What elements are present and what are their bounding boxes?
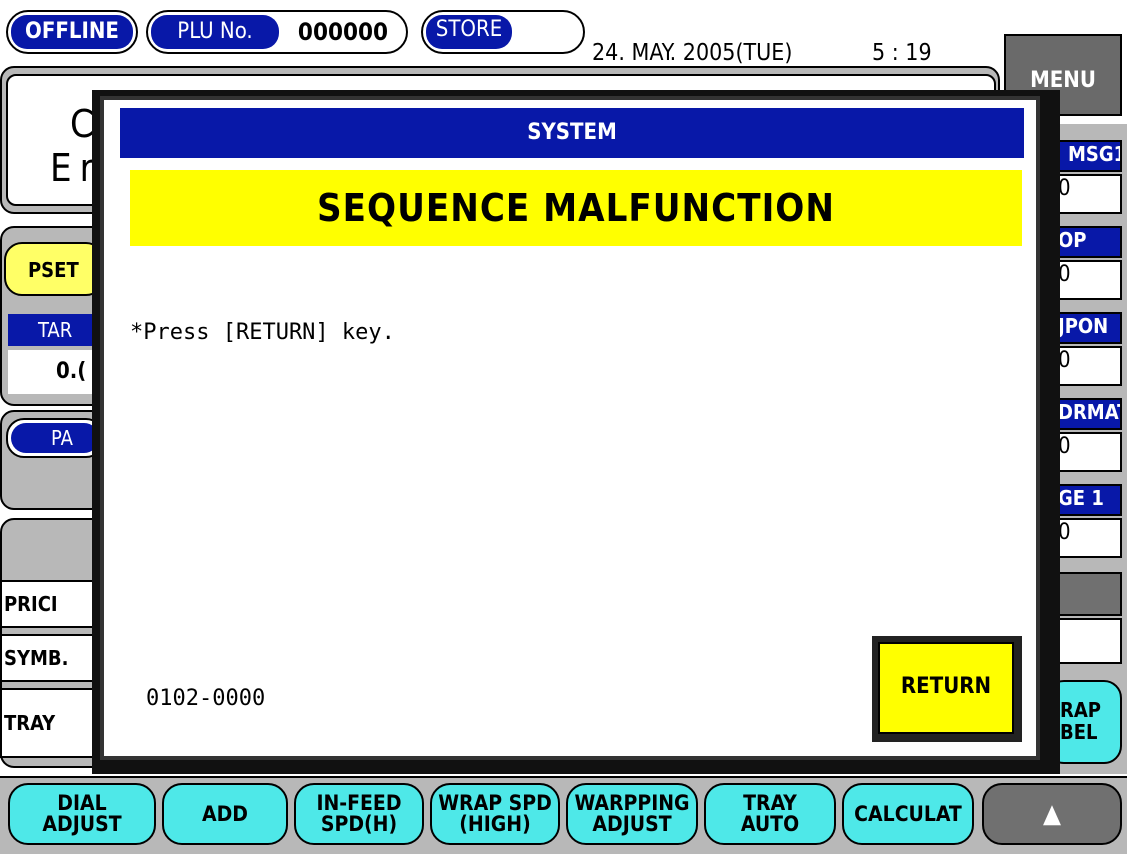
blank-gray-key[interactable]: [1056, 572, 1122, 616]
preset-label: PSET: [28, 258, 79, 282]
op-value: 0: [1056, 260, 1122, 300]
error-title: SEQUENCE MALFUNCTION: [317, 186, 835, 230]
time-display: 5 : 19: [872, 40, 932, 66]
return-button[interactable]: RETURN: [878, 642, 1014, 734]
store-label: STORE: [426, 15, 512, 49]
system-dialog: SYSTEM SEQUENCE MALFUNCTION *Press [RETU…: [100, 96, 1040, 760]
symbol-item[interactable]: SYMB.: [0, 634, 96, 682]
in-feed-line2: SPD(H): [320, 812, 398, 836]
dial-adjust-button[interactable]: DIAL ADJUST: [8, 783, 156, 845]
error-code: 0102-0000: [146, 686, 266, 711]
dialog-title: SYSTEM: [527, 120, 617, 145]
page-label-text: GE 1: [1058, 486, 1104, 510]
add-button[interactable]: ADD: [162, 783, 288, 845]
plu-field[interactable]: PLU No. 000000: [146, 10, 408, 54]
coupon-label[interactable]: JPON: [1056, 312, 1122, 344]
up-arrow-icon: ▲: [1043, 798, 1061, 829]
dialog-message: *Press [RETURN] key.: [130, 320, 395, 345]
page-label[interactable]: GE 1: [1056, 484, 1122, 516]
op-label-text: OP: [1058, 228, 1087, 252]
wrap-label-line1: RAP: [1060, 698, 1101, 722]
info-line1: C: [70, 102, 94, 146]
plu-value: 000000: [297, 18, 389, 46]
wrapping-adjust-button[interactable]: WARPPING ADJUST: [566, 783, 698, 845]
tray-label: TRAY: [4, 711, 56, 735]
store-value: [517, 14, 581, 50]
preset-button[interactable]: PSET: [4, 242, 104, 296]
return-label: RETURN: [900, 674, 992, 699]
wrap-speed-line2: (HIGH): [459, 812, 531, 836]
format-label-text: DRMAT: [1058, 400, 1120, 424]
add-label: ADD: [202, 801, 248, 826]
calculate-button[interactable]: CALCULAT: [842, 783, 974, 845]
format-value: 0: [1056, 432, 1122, 472]
tray-item[interactable]: TRAY: [0, 688, 96, 758]
op-label[interactable]: OP: [1056, 226, 1122, 258]
wrap-label-line2: BEL: [1060, 720, 1098, 744]
calculate-label: CALCULAT: [854, 801, 962, 826]
msg1-label[interactable]: MSG1: [1056, 140, 1122, 172]
pa-label: PA: [11, 423, 99, 453]
coupon-label-text: JPON: [1058, 314, 1109, 338]
in-feed-speed-button[interactable]: IN-FEED SPD(H): [294, 783, 424, 845]
pa-pill: PA: [6, 418, 104, 458]
msg1-value: 0: [1056, 174, 1122, 214]
tare-label: TAR: [8, 314, 98, 346]
page-value: 0: [1056, 518, 1122, 558]
wrap-speed-line1: WRAP SPD: [438, 791, 552, 815]
store-field[interactable]: STORE: [421, 10, 585, 54]
in-feed-line1: IN-FEED: [316, 791, 402, 815]
format-label[interactable]: DRMAT: [1056, 398, 1122, 430]
tray-auto-line1: TRAY: [743, 791, 797, 815]
wrap-speed-button[interactable]: WRAP SPD (HIGH): [430, 783, 560, 845]
dial-adjust-line1: DIAL: [57, 791, 107, 815]
price-item[interactable]: PRICI: [0, 580, 96, 628]
dial-adjust-line2: ADJUST: [42, 812, 122, 836]
wrapping-adjust-line1: WARPPING: [574, 791, 690, 815]
coupon-value: 0: [1056, 346, 1122, 386]
offline-status: OFFLINE: [6, 10, 138, 54]
price-label: PRICI: [4, 592, 58, 616]
tare-value: 0.(: [8, 350, 98, 394]
msg1-label-text: MSG1: [1068, 142, 1122, 166]
tray-auto-button[interactable]: TRAY AUTO: [704, 783, 836, 845]
scroll-up-button[interactable]: ▲: [982, 783, 1122, 845]
blank-white-field: [1056, 618, 1122, 664]
plu-label: PLU No.: [151, 15, 279, 49]
date-display: 24. MAY. 2005(TUE): [592, 40, 793, 66]
offline-label: OFFLINE: [11, 15, 133, 49]
wrapping-adjust-line2: ADJUST: [592, 812, 672, 836]
symbol-label: SYMB.: [4, 646, 69, 670]
tray-auto-line2: AUTO: [740, 812, 800, 836]
